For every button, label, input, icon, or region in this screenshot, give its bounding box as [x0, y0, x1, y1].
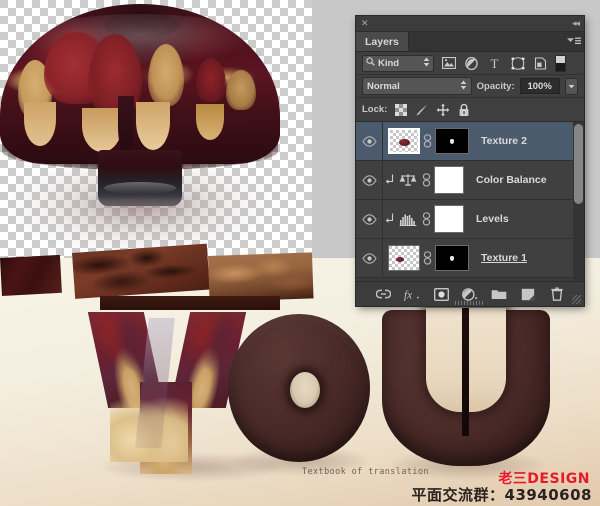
layer-name-label[interactable]: Texture 1: [481, 252, 527, 264]
layer-filter-row: Kind T: [356, 52, 584, 75]
lock-position-move-icon[interactable]: [435, 102, 450, 117]
svg-text:T: T: [491, 57, 499, 70]
panel-tab-row: Layers: [356, 32, 584, 52]
new-group-folder-icon[interactable]: [491, 286, 507, 302]
layer-name-label[interactable]: Levels: [476, 213, 509, 225]
layer-mask-thumbnail[interactable]: [434, 166, 464, 194]
up-down-stepper-icon: [460, 80, 467, 93]
layer-visibility-eye-icon[interactable]: [356, 200, 383, 238]
svg-text:fx: fx: [404, 289, 412, 300]
layer-list[interactable]: Texture 2 Color Balance Levels Texture 1: [356, 122, 584, 281]
tab-layers[interactable]: Layers: [356, 32, 409, 51]
tab-layers-label: Layers: [365, 35, 399, 48]
new-fill-adjustment-layer-icon[interactable]: [462, 286, 478, 302]
layer-visibility-eye-icon[interactable]: [356, 161, 383, 199]
tab-row-filler: [409, 32, 564, 51]
layer-visibility-eye-icon[interactable]: [356, 239, 383, 277]
delete-layer-trash-icon[interactable]: [549, 286, 565, 302]
cake-photograph: [0, 0, 282, 258]
layer-row-texture-2[interactable]: Texture 2: [356, 122, 584, 161]
filter-type-layers-icon[interactable]: T: [486, 56, 503, 71]
filter-adjustment-layers-icon[interactable]: [463, 56, 480, 71]
layer-row-color-balance[interactable]: Color Balance: [356, 161, 584, 200]
add-layer-style-fx-icon[interactable]: fx: [404, 286, 420, 302]
letter-U: [382, 308, 550, 466]
texture-strip-center: [72, 243, 210, 299]
screenshot-root: Textbook of translation 老三DESIGN 平面交流群：4…: [0, 0, 600, 506]
layer-mask-thumbnail[interactable]: [434, 205, 464, 233]
checkerboard-cake-thumbnail[interactable]: [388, 245, 420, 271]
layer-mask-link-icon[interactable]: [419, 173, 434, 187]
layers-bottom-toolbar: fx: [356, 281, 584, 306]
collapse-double-arrow-icon[interactable]: ◂◂: [572, 19, 580, 28]
layer-list-scrollbar-thumb[interactable]: [574, 124, 583, 204]
layer-mask-link-icon[interactable]: [419, 212, 434, 226]
lock-all-padlock-icon[interactable]: [456, 102, 471, 117]
filter-enable-toggle[interactable]: [555, 54, 566, 72]
texture-strip-right: [208, 252, 314, 302]
lock-row: Lock:: [356, 98, 584, 122]
lock-image-pixels-brush-icon[interactable]: [414, 102, 429, 117]
layer-visibility-eye-icon[interactable]: [356, 122, 383, 160]
opacity-input[interactable]: 100%: [519, 78, 560, 94]
magnifier-icon: [366, 57, 375, 69]
panel-menu-icon[interactable]: [564, 32, 584, 51]
watermark-group: 平面交流群：43940608: [411, 486, 592, 504]
add-layer-mask-icon[interactable]: [433, 286, 449, 302]
filter-kind-dropdown[interactable]: Kind: [362, 54, 434, 72]
layer-name-label[interactable]: Texture 2: [481, 135, 527, 147]
blend-mode-dropdown[interactable]: Normal: [362, 77, 472, 95]
filter-shape-layers-icon[interactable]: [509, 56, 526, 71]
filter-pixel-layers-icon[interactable]: [440, 56, 457, 71]
filter-kind-label: Kind: [378, 57, 400, 69]
layer-mask-thumbnail[interactable]: [435, 128, 469, 154]
link-layers-icon[interactable]: [375, 286, 391, 302]
layers-panel: ✕ ◂◂ Layers Kind T Normal Opacity: 100% …: [356, 16, 584, 306]
opacity-label: Opacity:: [476, 80, 515, 92]
color-balance-scales-icon[interactable]: [397, 173, 419, 187]
clipping-mask-indicator-icon: [383, 213, 397, 225]
layer-mask-link-icon[interactable]: [420, 251, 435, 265]
checkerboard-cake-thumbnail[interactable]: [388, 128, 420, 154]
up-down-stepper-icon: [423, 57, 430, 70]
clipping-mask-indicator-icon: [383, 174, 397, 186]
filter-smart-object-layers-icon[interactable]: [532, 56, 549, 71]
opacity-stepper[interactable]: [564, 77, 578, 95]
blend-mode-row: Normal Opacity: 100%: [356, 75, 584, 98]
blend-mode-value: Normal: [367, 80, 400, 92]
lock-label: Lock:: [362, 104, 388, 115]
levels-histogram-icon[interactable]: [397, 213, 419, 226]
layer-row-texture-1[interactable]: Texture 1: [356, 239, 584, 278]
panel-titlebar: ✕ ◂◂: [356, 16, 584, 32]
panel-resize-handle[interactable]: [455, 301, 485, 305]
new-layer-icon[interactable]: [520, 286, 536, 302]
layer-mask-thumbnail[interactable]: [435, 245, 469, 271]
texture-strip-left: [0, 254, 62, 296]
layer-row-levels[interactable]: Levels: [356, 200, 584, 239]
layer-name-label[interactable]: Color Balance: [476, 174, 547, 186]
panel-corner-grip-icon[interactable]: [572, 295, 581, 304]
letter-O: [228, 314, 370, 462]
caption-text: Textbook of translation: [302, 467, 429, 477]
lock-transparent-pixels-icon[interactable]: [393, 102, 408, 117]
close-icon[interactable]: ✕: [361, 19, 369, 28]
layer-mask-link-icon[interactable]: [420, 134, 435, 148]
